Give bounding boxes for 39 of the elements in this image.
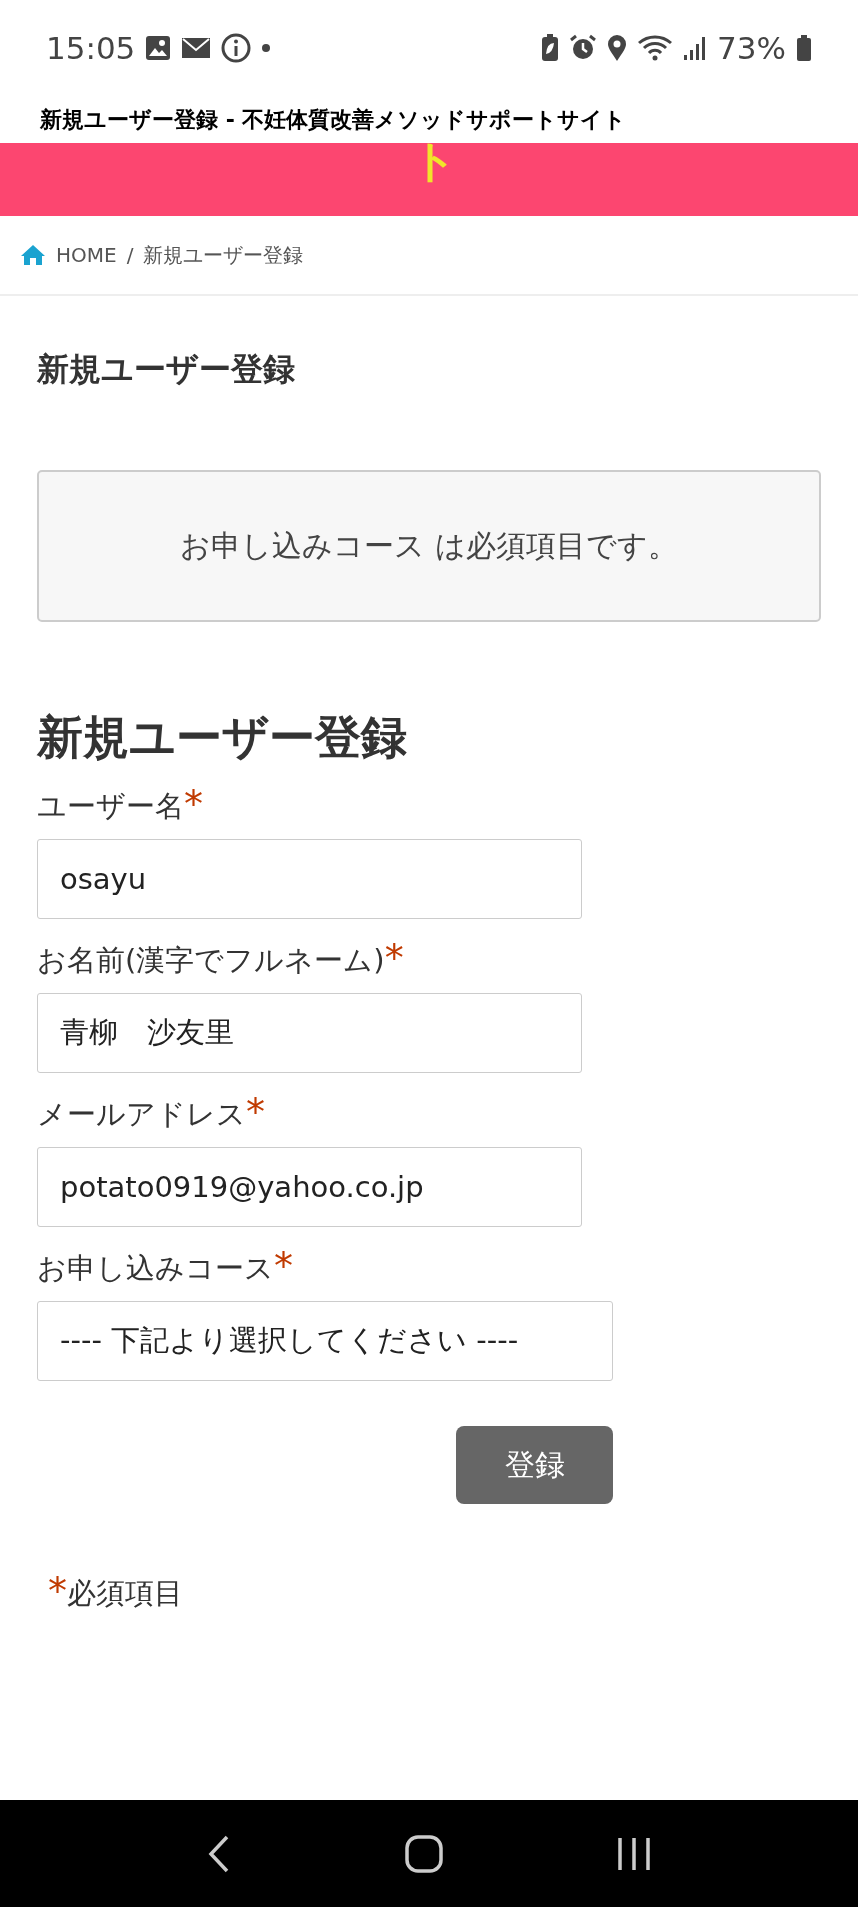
required-mark: * [48,1572,67,1611]
image-icon [145,35,172,61]
battery-percent: 73% [717,30,786,66]
field-label: お申し込みコース [37,1250,274,1288]
course-select[interactable]: ---- 下記より選択してください ---- [37,1301,613,1382]
required-mark: * [274,1247,293,1286]
breadcrumb-separator: / [126,243,134,267]
battery-icon [796,34,812,62]
breadcrumb-link[interactable]: HOME [56,243,117,267]
required-mark: * [246,1093,265,1132]
submit-button[interactable]: 登録 [456,1426,613,1505]
input-field[interactable]: 青柳 沙友里 [37,993,582,1074]
page-heading: 新規ユーザー登録 [37,349,296,390]
status-time: 15:05 [46,30,136,66]
alarm-icon [569,34,598,62]
page-title: 新規ユーザー登録 - 不妊体質改善メソッドサポートサイト [40,105,627,134]
breadcrumb-link[interactable]: 新規ユーザー登録 [143,241,304,269]
info-icon [221,33,252,63]
input-field[interactable]: osayu [37,839,582,920]
battery-saver-icon [541,34,560,62]
banner-text: ト [410,143,457,188]
home-icon [20,244,46,266]
required-mark: * [184,785,203,824]
error-message: お申し込みコース は必須項目です。 [37,470,821,622]
mail-icon [181,36,212,60]
recent-apps-icon[interactable] [617,1836,651,1871]
wifi-icon [637,34,674,62]
home-button-icon[interactable] [405,1834,443,1873]
signal-icon [683,35,708,61]
input-field[interactable]: potato0919@yahoo.co.jp [37,1147,582,1228]
field-label: お名前(漢字でフルネーム) [37,942,385,980]
field-label: ユーザー名 [37,788,184,826]
back-icon[interactable] [207,1834,231,1873]
required-mark: * [384,939,404,978]
field-label: メールアドレス [37,1096,246,1134]
location-icon [607,34,628,62]
form-title: 新規ユーザー登録 [37,710,408,766]
required-note: 必須項目 [67,1575,183,1613]
dot-icon [261,43,272,53]
